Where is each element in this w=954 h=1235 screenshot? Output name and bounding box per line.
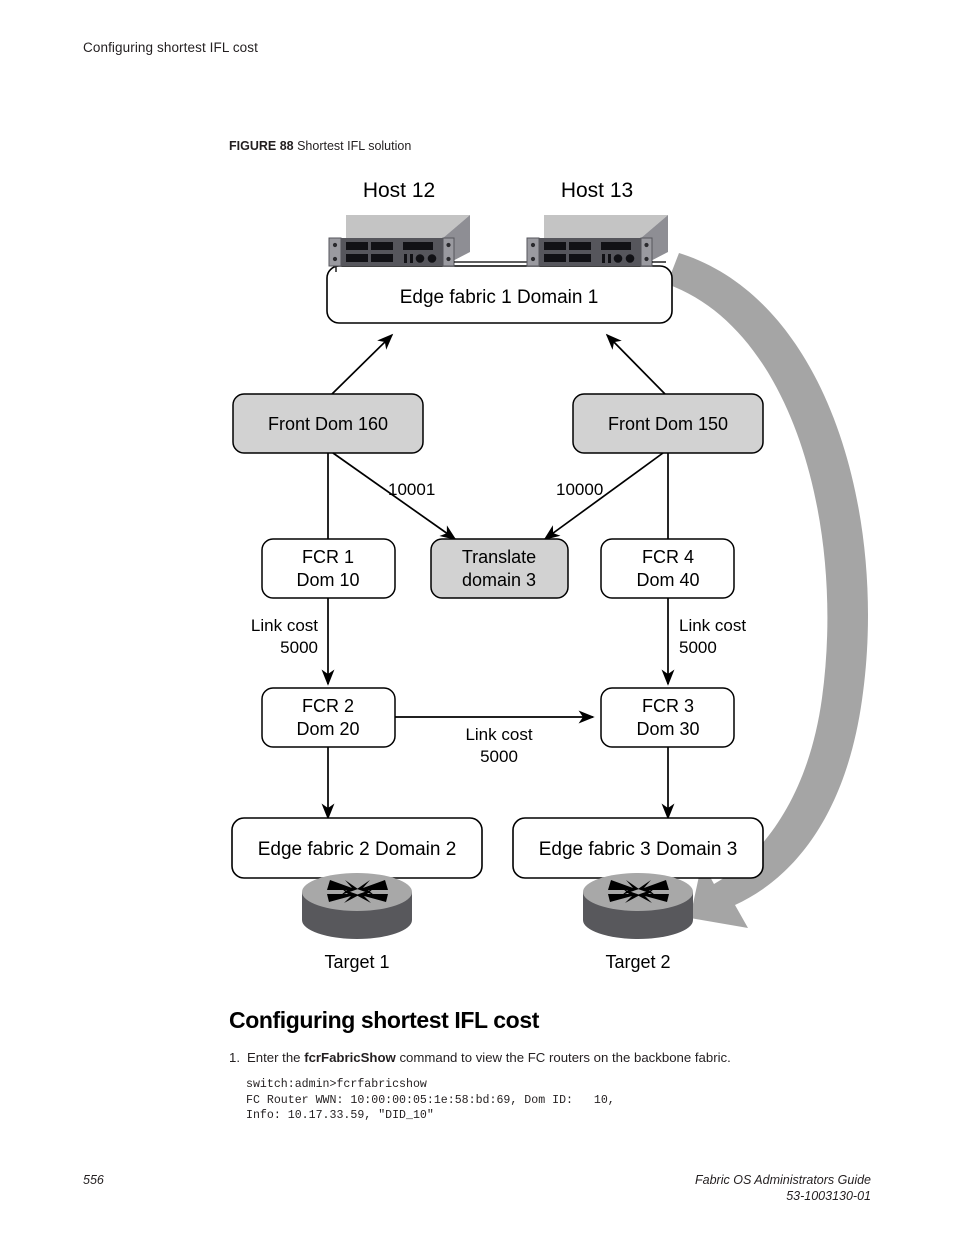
link-cost-middle-line1: Link cost	[465, 725, 532, 744]
fcr-1-line2: Dom 10	[296, 570, 359, 590]
fcr-4-line2: Dom 40	[636, 570, 699, 590]
figure-number: FIGURE 88	[229, 139, 294, 153]
fcr-1-line1: FCR 1	[302, 547, 354, 567]
code-output-block: switch:admin>fcrfabricshow FC Router WWN…	[246, 1078, 615, 1123]
target-1-router-icon	[302, 873, 412, 939]
edge-fabric-3-label: Edge fabric 3 Domain 3	[539, 839, 738, 860]
footer-document-number: 53-1003130-01	[786, 1188, 871, 1203]
step-text-after: command to view the FC routers on the ba…	[395, 1050, 731, 1065]
fcr-1-box	[261, 538, 396, 599]
front-dom-150-label: Front Dom 150	[608, 414, 728, 434]
target-2-label: Target 2	[605, 952, 670, 972]
step-number: 1.	[229, 1050, 240, 1065]
link-cost-left-line1: Link cost	[251, 616, 318, 635]
step-command: fcrFabricShow	[304, 1050, 396, 1065]
arrow-frontdom150-to-edge1	[605, 333, 666, 395]
fcr-2-line1: FCR 2	[302, 696, 354, 716]
fcr-4-box	[600, 538, 735, 599]
link-cost-left-line2: 5000	[280, 638, 318, 657]
translate-domain-box	[430, 538, 569, 599]
target-1-label: Target 1	[324, 952, 389, 972]
cost-label-10000: 10000	[556, 480, 603, 499]
target-2-router-icon	[583, 873, 693, 939]
fcr-3-box	[600, 687, 735, 748]
footer-guide-title: Fabric OS Administrators Guide	[695, 1173, 871, 1187]
footer-page-number: 556	[83, 1173, 104, 1187]
step-text-before: Enter the	[247, 1050, 305, 1065]
running-header: Configuring shortest IFL cost	[83, 40, 258, 55]
host-12-label: Host 12	[363, 179, 435, 202]
edge-fabric-2-label: Edge fabric 2 Domain 2	[258, 839, 457, 860]
link-cost-middle-line2: 5000	[480, 747, 518, 766]
translate-domain-line1: Translate	[462, 547, 536, 567]
figure-caption: FIGURE 88 Shortest IFL solution	[229, 139, 411, 153]
front-dom-150-box	[572, 393, 764, 454]
arrow-frontdom160-to-edge1	[331, 333, 394, 395]
fcr-3-line1: FCR 3	[642, 696, 694, 716]
cost-label-10001: 10001	[388, 480, 435, 499]
flow-arrow-shape	[667, 253, 869, 928]
figure-title: Shortest IFL solution	[297, 139, 412, 153]
translate-domain-line2: domain 3	[462, 570, 536, 590]
link-cost-right-line1: Link cost	[679, 616, 746, 635]
arrow-frontdom160-to-translate	[332, 452, 457, 540]
fcr-2-line2: Dom 20	[296, 719, 359, 739]
step-item: 1. Enter the fcrFabricShow command to vi…	[229, 1049, 869, 1067]
document-page: Configuring shortest IFL cost FIGURE 88 …	[0, 0, 954, 1235]
fcr-3-line2: Dom 30	[636, 719, 699, 739]
edge-fabric-3-box	[512, 817, 764, 879]
link-cost-right-line2: 5000	[679, 638, 717, 657]
host-13-label: Host 13	[561, 179, 633, 202]
host-12-switch-icon	[328, 215, 470, 272]
fcr-2-box	[261, 687, 396, 748]
step-text: Enter the fcrFabricShow command to view …	[247, 1049, 869, 1067]
front-dom-160-box	[232, 393, 424, 454]
section-heading: Configuring shortest IFL cost	[229, 1007, 539, 1033]
edge-fabric-2-box	[231, 817, 483, 879]
host-13-switch-icon	[454, 215, 668, 267]
footer-document-info: Fabric OS Administrators Guide 53-100313…	[695, 1173, 871, 1204]
front-dom-160-label: Front Dom 160	[268, 414, 388, 434]
fcr-4-line1: FCR 4	[642, 547, 694, 567]
edge-fabric-1-box	[326, 265, 673, 324]
arrow-frontdom150-to-translate	[543, 452, 664, 541]
edge-fabric-1-label: Edge fabric 1 Domain 1	[400, 287, 599, 308]
